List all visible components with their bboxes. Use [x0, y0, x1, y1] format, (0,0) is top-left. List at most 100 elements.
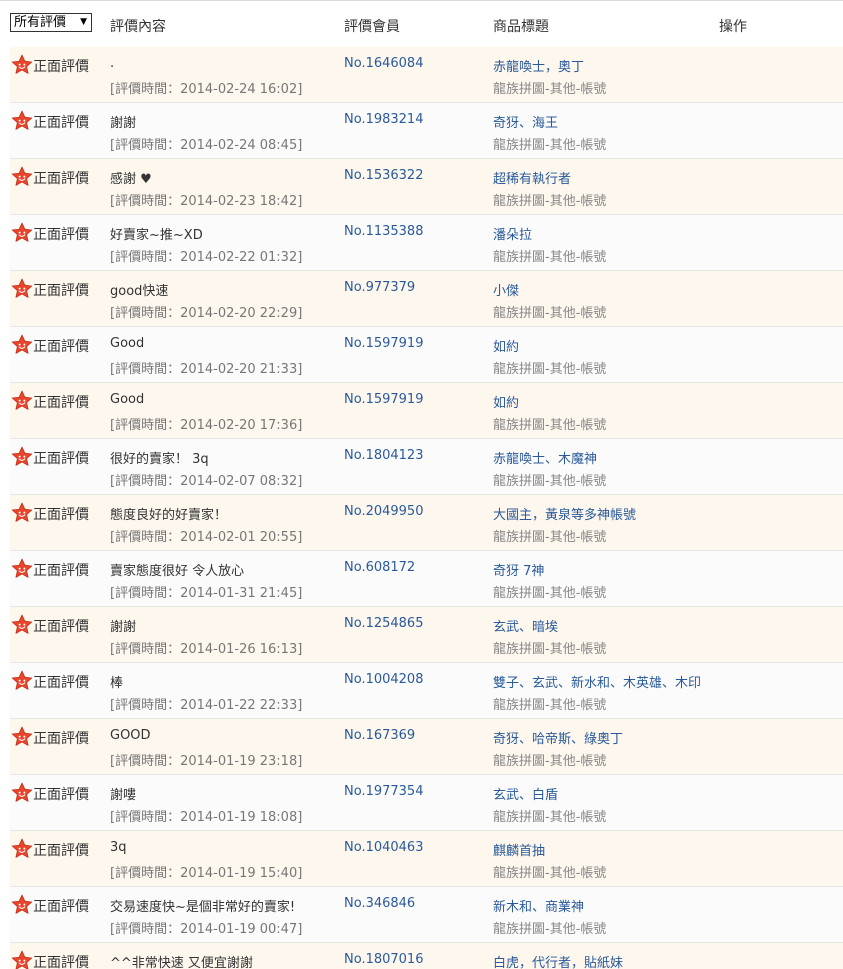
rating-type: 正面評價	[33, 731, 89, 747]
feedback-list: 正面評價. [評價時間：2014-02-24 16:02] No.1646084 赤龍…	[10, 47, 843, 969]
table-row: 正面評價 交易速度快~是個非常好的賣家! [評價時間：2014-01-19 00:4…	[10, 887, 843, 943]
product-title-link[interactable]: 潘朵拉	[493, 224, 532, 243]
feedback-content: 謝謝	[110, 620, 137, 635]
filter-selected-label: 所有評價	[14, 15, 67, 30]
feedback-content: 謝謝	[110, 116, 137, 131]
rating-type: 正面評價	[33, 283, 89, 299]
feedback-time: [評價時間：2014-02-01 20:55]	[110, 530, 303, 545]
product-title-link[interactable]: 如約	[493, 336, 519, 355]
rating-type: 正面評價	[33, 619, 89, 635]
product-category: 龍族拼圖-其他-帳號	[493, 362, 607, 377]
member-link[interactable]: No.1977354	[344, 784, 423, 799]
feedback-time: [評價時間：2014-02-24 08:45]	[110, 138, 303, 153]
table-row: 正面評價 感謝 ♥ [評價時間：2014-02-23 18:42] No.153632…	[10, 159, 843, 215]
table-row: 正面評價 謝謝 [評價時間：2014-02-24 08:45] No.1983214 奇…	[10, 103, 843, 159]
product-title-link[interactable]: 奇犽、海王	[493, 112, 558, 131]
positive-badge-icon	[11, 670, 33, 690]
product-category: 龍族拼圖-其他-帳號	[493, 194, 607, 209]
product-category: 龍族拼圖-其他-帳號	[493, 698, 607, 713]
member-link[interactable]: No.1983214	[344, 112, 423, 127]
product-title-link[interactable]: 如約	[493, 392, 519, 411]
product-title-link[interactable]: 赤龍喚士、木魔神	[493, 448, 597, 467]
product-category: 龍族拼圖-其他-帳號	[493, 418, 607, 433]
feedback-time: [評價時間：2014-01-19 23:18]	[110, 754, 303, 769]
member-link[interactable]: No.1597919	[344, 336, 423, 351]
feedback-content: 交易速度快~是個非常好的賣家!	[110, 900, 296, 915]
positive-badge-icon	[11, 166, 33, 186]
feedback-time: [評價時間：2014-02-24 16:02]	[110, 82, 303, 97]
member-link[interactable]: No.2049950	[344, 504, 423, 519]
feedback-content: 態度良好的好賣家！	[110, 508, 228, 523]
product-title-link[interactable]: 大國主，黃泉等多神帳號	[493, 504, 636, 523]
rating-type: 正面評價	[33, 59, 89, 75]
product-title-link[interactable]: 白虎，代行者，貼紙妹	[493, 952, 623, 969]
feedback-time: [評價時間：2014-01-19 18:08]	[110, 810, 303, 825]
feedback-content: ^^非常快速 又便宜謝謝	[110, 956, 253, 969]
rating-type: 正面評價	[33, 563, 89, 579]
feedback-time: [評價時間：2014-02-23 18:42]	[110, 194, 303, 209]
product-title-link[interactable]: 超稀有執行者	[493, 168, 571, 187]
positive-badge-icon	[11, 222, 33, 242]
member-link[interactable]: No.1597919	[344, 392, 423, 407]
table-row: 正面評價 棒 [評價時間：2014-01-22 22:33] No.1004208 雙子…	[10, 663, 843, 719]
table-row: 正面評價 謝謝 [評價時間：2014-01-26 16:13] No.1254865 玄…	[10, 607, 843, 663]
member-link[interactable]: No.1135388	[344, 224, 423, 239]
rating-type: 正面評價	[33, 339, 89, 355]
chevron-down-icon: ▼	[80, 17, 87, 27]
rating-type: 正面評價	[33, 451, 89, 467]
feedback-content: 棒	[110, 676, 124, 691]
product-category: 龍族拼圖-其他-帳號	[493, 82, 607, 97]
table-row: 正面評價 3q [評價時間：2014-01-19 15:40] No.1040463 麒…	[10, 831, 843, 887]
filter-dropdown[interactable]: 所有評價 ▼	[10, 13, 92, 32]
rating-type: 正面評價	[33, 227, 89, 243]
positive-badge-icon	[11, 614, 33, 634]
feedback-page: 所有評價 ▼ 評價內容 評價會員 商品標題 操作 正面評價. [評價時間：2014…	[0, 0, 843, 969]
product-title-link[interactable]: 玄武、暗埃	[493, 616, 558, 635]
product-title-link[interactable]: 麒麟首抽	[493, 840, 545, 859]
rating-type: 正面評價	[33, 115, 89, 131]
product-category: 龍族拼圖-其他-帳號	[493, 138, 607, 153]
product-category: 龍族拼圖-其他-帳號	[493, 754, 607, 769]
product-title-link[interactable]: 新木和、商業神	[493, 896, 584, 915]
product-category: 龍族拼圖-其他-帳號	[493, 530, 607, 545]
positive-badge-icon	[11, 390, 33, 410]
member-link[interactable]: No.1804123	[344, 448, 423, 463]
feedback-content: .	[110, 56, 115, 71]
member-link[interactable]: No.1254865	[344, 616, 423, 631]
product-category: 龍族拼圖-其他-帳號	[493, 866, 607, 881]
product-title-link[interactable]: 赤龍喚士，奧丁	[493, 56, 584, 75]
feedback-time: [評價時間：2014-01-22 22:33]	[110, 698, 303, 713]
header-content: 評價內容	[110, 19, 166, 35]
member-link[interactable]: No.1646084	[344, 56, 423, 71]
product-title-link[interactable]: 玄武、白盾	[493, 784, 558, 803]
product-title-link[interactable]: 奇犽 7神	[493, 560, 544, 579]
table-row: 正面評價 ^^非常快速 又便宜謝謝 No.1807016 白虎，代行者，貼紙妹	[10, 943, 843, 969]
feedback-content: Good	[110, 392, 145, 407]
positive-badge-icon	[11, 502, 33, 522]
positive-badge-icon	[11, 782, 33, 802]
member-link[interactable]: No.1807016	[344, 952, 423, 967]
feedback-content: 賣家態度很好 令人放心	[110, 564, 245, 579]
member-link[interactable]: No.977379	[344, 280, 415, 295]
product-category: 龍族拼圖-其他-帳號	[493, 642, 607, 657]
rating-type: 正面評價	[33, 843, 89, 859]
product-category: 龍族拼圖-其他-帳號	[493, 474, 607, 489]
member-link[interactable]: No.346846	[344, 896, 415, 911]
member-link[interactable]: No.608172	[344, 560, 415, 575]
product-title-link[interactable]: 小傑	[493, 280, 519, 299]
product-title-link[interactable]: 奇犽、哈帝斯、綠奧丁	[493, 728, 623, 747]
product-category: 龍族拼圖-其他-帳號	[493, 810, 607, 825]
member-link[interactable]: No.1536322	[344, 168, 423, 183]
feedback-time: [評價時間：2014-01-26 16:13]	[110, 642, 303, 657]
rating-type: 正面評價	[33, 955, 89, 969]
product-title-link[interactable]: 雙子、玄武、新水和、木英雄、木印	[493, 672, 701, 691]
member-link[interactable]: No.1040463	[344, 840, 423, 855]
feedback-time: [評價時間：2014-02-20 17:36]	[110, 418, 303, 433]
product-category: 龍族拼圖-其他-帳號	[493, 250, 607, 265]
table-row: 正面評價 謝嘍 [評價時間：2014-01-19 18:08] No.1977354 玄…	[10, 775, 843, 831]
feedback-content: 3q	[110, 840, 127, 855]
member-link[interactable]: No.1004208	[344, 672, 423, 687]
rating-type: 正面評價	[33, 899, 89, 915]
member-link[interactable]: No.167369	[344, 728, 415, 743]
positive-badge-icon	[11, 334, 33, 354]
